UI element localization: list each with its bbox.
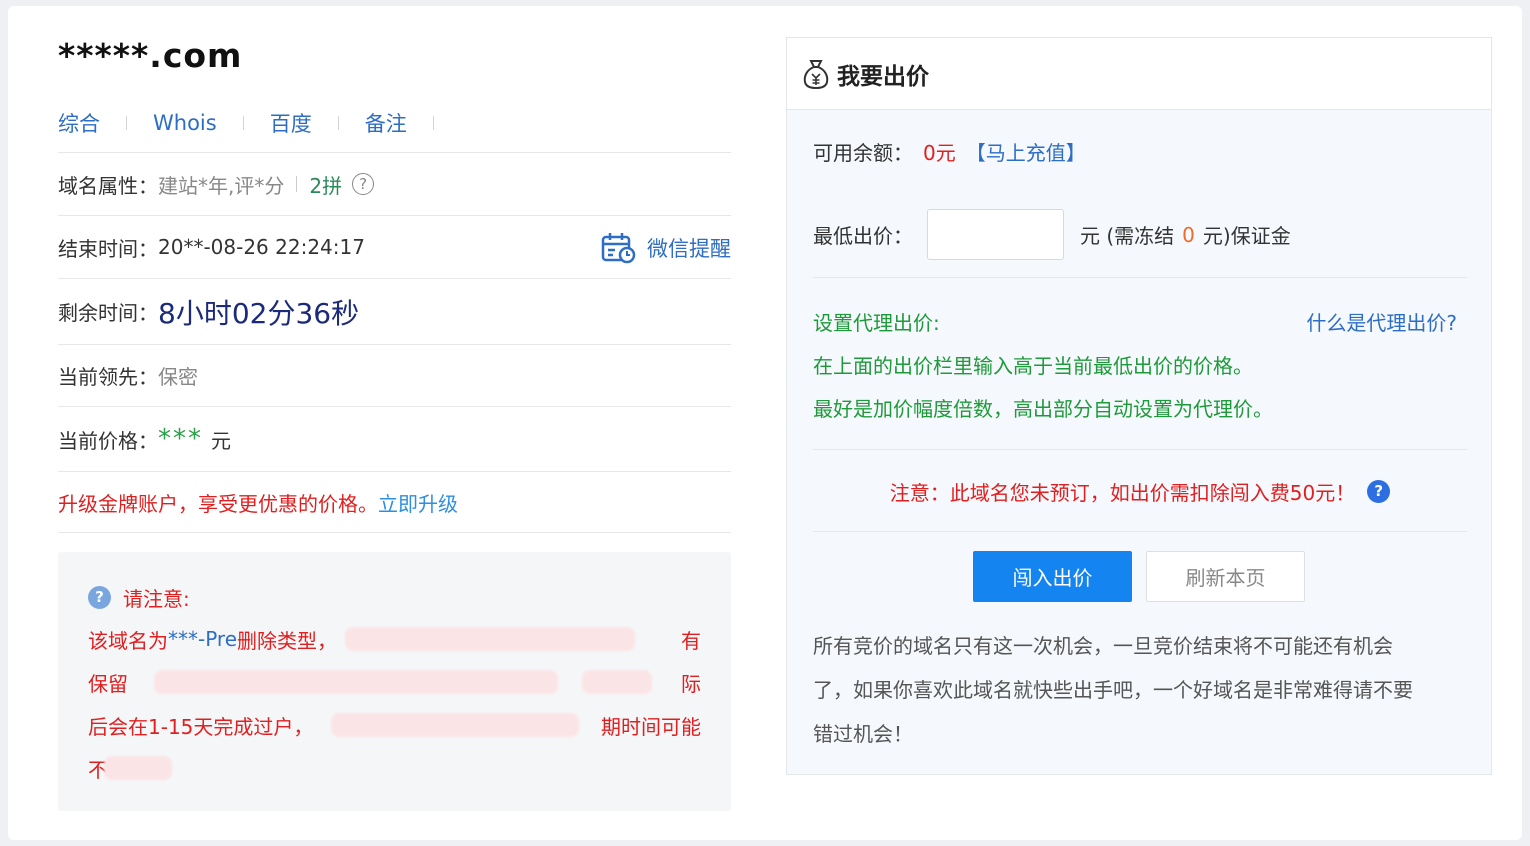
notice-header: ? 请注意:: [88, 580, 701, 614]
attention-row: 注意：此域名您未预订，如出价需扣除闯入费50元！ ?: [813, 450, 1467, 532]
redacted-text: [582, 670, 652, 694]
attention-text: 注意：此域名您未预订，如出价需扣除闯入费50元！: [889, 480, 1356, 505]
remaining-time-row: 剩余时间： 8小时02分36秒: [58, 278, 731, 344]
refresh-page-button[interactable]: 刷新本页: [1146, 551, 1305, 602]
tab-divider: [432, 116, 434, 130]
domain-title: *****.com: [58, 36, 243, 75]
leader-row: 当前领先： 保密: [58, 344, 731, 406]
leader-value: 保密: [158, 365, 198, 389]
notice-text: 有: [681, 628, 701, 653]
tab-divider: [126, 116, 127, 130]
notice-text: 删除类型，: [237, 628, 338, 653]
wechat-remind-label: 微信提醒: [647, 236, 731, 261]
notice-text: 期时间可能: [601, 714, 701, 739]
tab-whois[interactable]: Whois: [153, 111, 217, 135]
recharge-link[interactable]: 【马上充值】: [966, 137, 1086, 166]
notice-line-1: 该域名为 ***-Pre 删除类型， 有: [88, 622, 701, 656]
tab-divider: [337, 116, 339, 130]
notice-line-4: 不: [88, 751, 172, 785]
redacted-text: [331, 713, 580, 737]
bid-amount-input[interactable]: [927, 209, 1064, 260]
balance-label: 可用余额：: [813, 140, 913, 165]
pinyin-count: 2拼: [309, 173, 343, 198]
deposit-value: 0: [1182, 222, 1195, 247]
min-bid-label: 最低出价：: [813, 224, 913, 248]
money-bag-icon: [803, 59, 829, 89]
deposit-prefix: 元 (需冻结: [1080, 224, 1175, 248]
proxy-help-link[interactable]: 什么是代理出价?: [1306, 300, 1457, 343]
calendar-clock-icon: [601, 232, 636, 263]
description-line: 了，如果你喜欢此域名就快些出手吧，一个好域名是非常难得请不要: [813, 677, 1413, 702]
notice-box: ? 请注意: 该域名为 ***-Pre 删除类型， 有 保留 际 后会在1-15…: [58, 552, 731, 811]
upgrade-link[interactable]: 立即升级: [378, 488, 458, 517]
auction-card: *****.com 综合 Whois 百度 备注 域名属性： 建站*年,评*分 …: [8, 6, 1522, 840]
end-time-value: 20**-08-26 22:24:17: [158, 235, 365, 259]
remaining-countdown: 8小时02分36秒: [158, 296, 360, 330]
notice-line-3: 后会在1-15天完成过户， 期时间可能: [88, 708, 701, 742]
notice-deletion-type: ***-Pre: [168, 627, 238, 651]
help-icon[interactable]: ?: [352, 173, 375, 195]
description-line: 所有竞价的域名只有这一次机会，一旦竞价结束将不可能还有机会: [813, 633, 1393, 658]
proxy-bid-section: 设置代理出价: 什么是代理出价? 在上面的出价栏里输入高于当前最低出价的价格。 …: [813, 300, 1467, 429]
wechat-remind-button[interactable]: 微信提醒: [601, 216, 731, 279]
tab-divider: [242, 116, 244, 130]
balance-row: 可用余额： 0元 【马上充值】: [813, 110, 1467, 192]
question-icon: ?: [88, 585, 111, 609]
domain-attribute-row: 域名属性： 建站*年,评*分 2拼 ?: [58, 152, 731, 215]
bid-panel: 我要出价 可用余额： 0元 【马上充值】 最低出价： 元 (需冻结 0 元)保证…: [786, 37, 1492, 775]
bid-actions: 闯入出价 刷新本页: [973, 551, 1305, 602]
notice-text: 后会在1-15天完成过户，: [88, 714, 314, 739]
attr-label: 域名属性：: [58, 173, 158, 198]
notice-line-2: 保留 际: [88, 665, 701, 699]
end-time-row: 结束时间： 20**-08-26 22:24:17 微信提醒: [58, 215, 731, 278]
proxy-hint-1: 在上面的出价栏里输入高于当前最低出价的价格。: [813, 354, 1253, 378]
auction-description: 所有竞价的域名只有这一次机会，一旦竞价结束将不可能还有机会 了，如果你喜欢此域名…: [813, 622, 1467, 754]
leader-label: 当前领先：: [58, 365, 158, 389]
section-divider: [813, 531, 1467, 532]
attr-value: 建站*年,评*分: [158, 173, 285, 198]
notice-text: 保留: [88, 671, 128, 696]
tab-overview[interactable]: 综合: [58, 108, 100, 138]
end-time-label: 结束时间：: [58, 236, 158, 261]
current-price-row: 当前价格： *** 元: [58, 406, 731, 471]
notice-text: 该域名为: [88, 628, 168, 653]
min-bid-row: 最低出价： 元 (需冻结 0 元)保证金: [813, 192, 1467, 278]
attr-divider: [296, 176, 298, 192]
redacted-text: [104, 756, 172, 780]
upgrade-text: 升级金牌账户，享受更优惠的价格。: [58, 491, 378, 516]
bid-panel-header: 我要出价: [787, 38, 1491, 110]
price-unit: 元: [211, 428, 231, 453]
notice-text: 际: [681, 671, 701, 696]
deposit-suffix: 元)保证金: [1202, 224, 1291, 248]
redacted-text: [154, 670, 558, 694]
proxy-hint-2: 最好是加价幅度倍数，高出部分自动设置为代理价。: [813, 397, 1273, 421]
upgrade-row: 升级金牌账户，享受更优惠的价格。 立即升级: [58, 471, 731, 533]
price-label: 当前价格：: [58, 428, 158, 453]
redacted-text: [345, 627, 636, 651]
domain-tabs: 综合 Whois 百度 备注: [58, 106, 434, 140]
price-value: ***: [158, 424, 203, 454]
question-icon[interactable]: ?: [1367, 479, 1391, 503]
description-line: 错过机会！: [813, 721, 913, 746]
tab-notes[interactable]: 备注: [365, 108, 407, 138]
tab-baidu[interactable]: 百度: [270, 108, 312, 138]
remaining-label: 剩余时间：: [58, 301, 158, 325]
place-bid-button[interactable]: 闯入出价: [973, 551, 1132, 602]
balance-value: 0元: [923, 140, 956, 165]
bid-panel-title: 我要出价: [837, 63, 929, 90]
notice-title: 请注意:: [123, 586, 190, 611]
